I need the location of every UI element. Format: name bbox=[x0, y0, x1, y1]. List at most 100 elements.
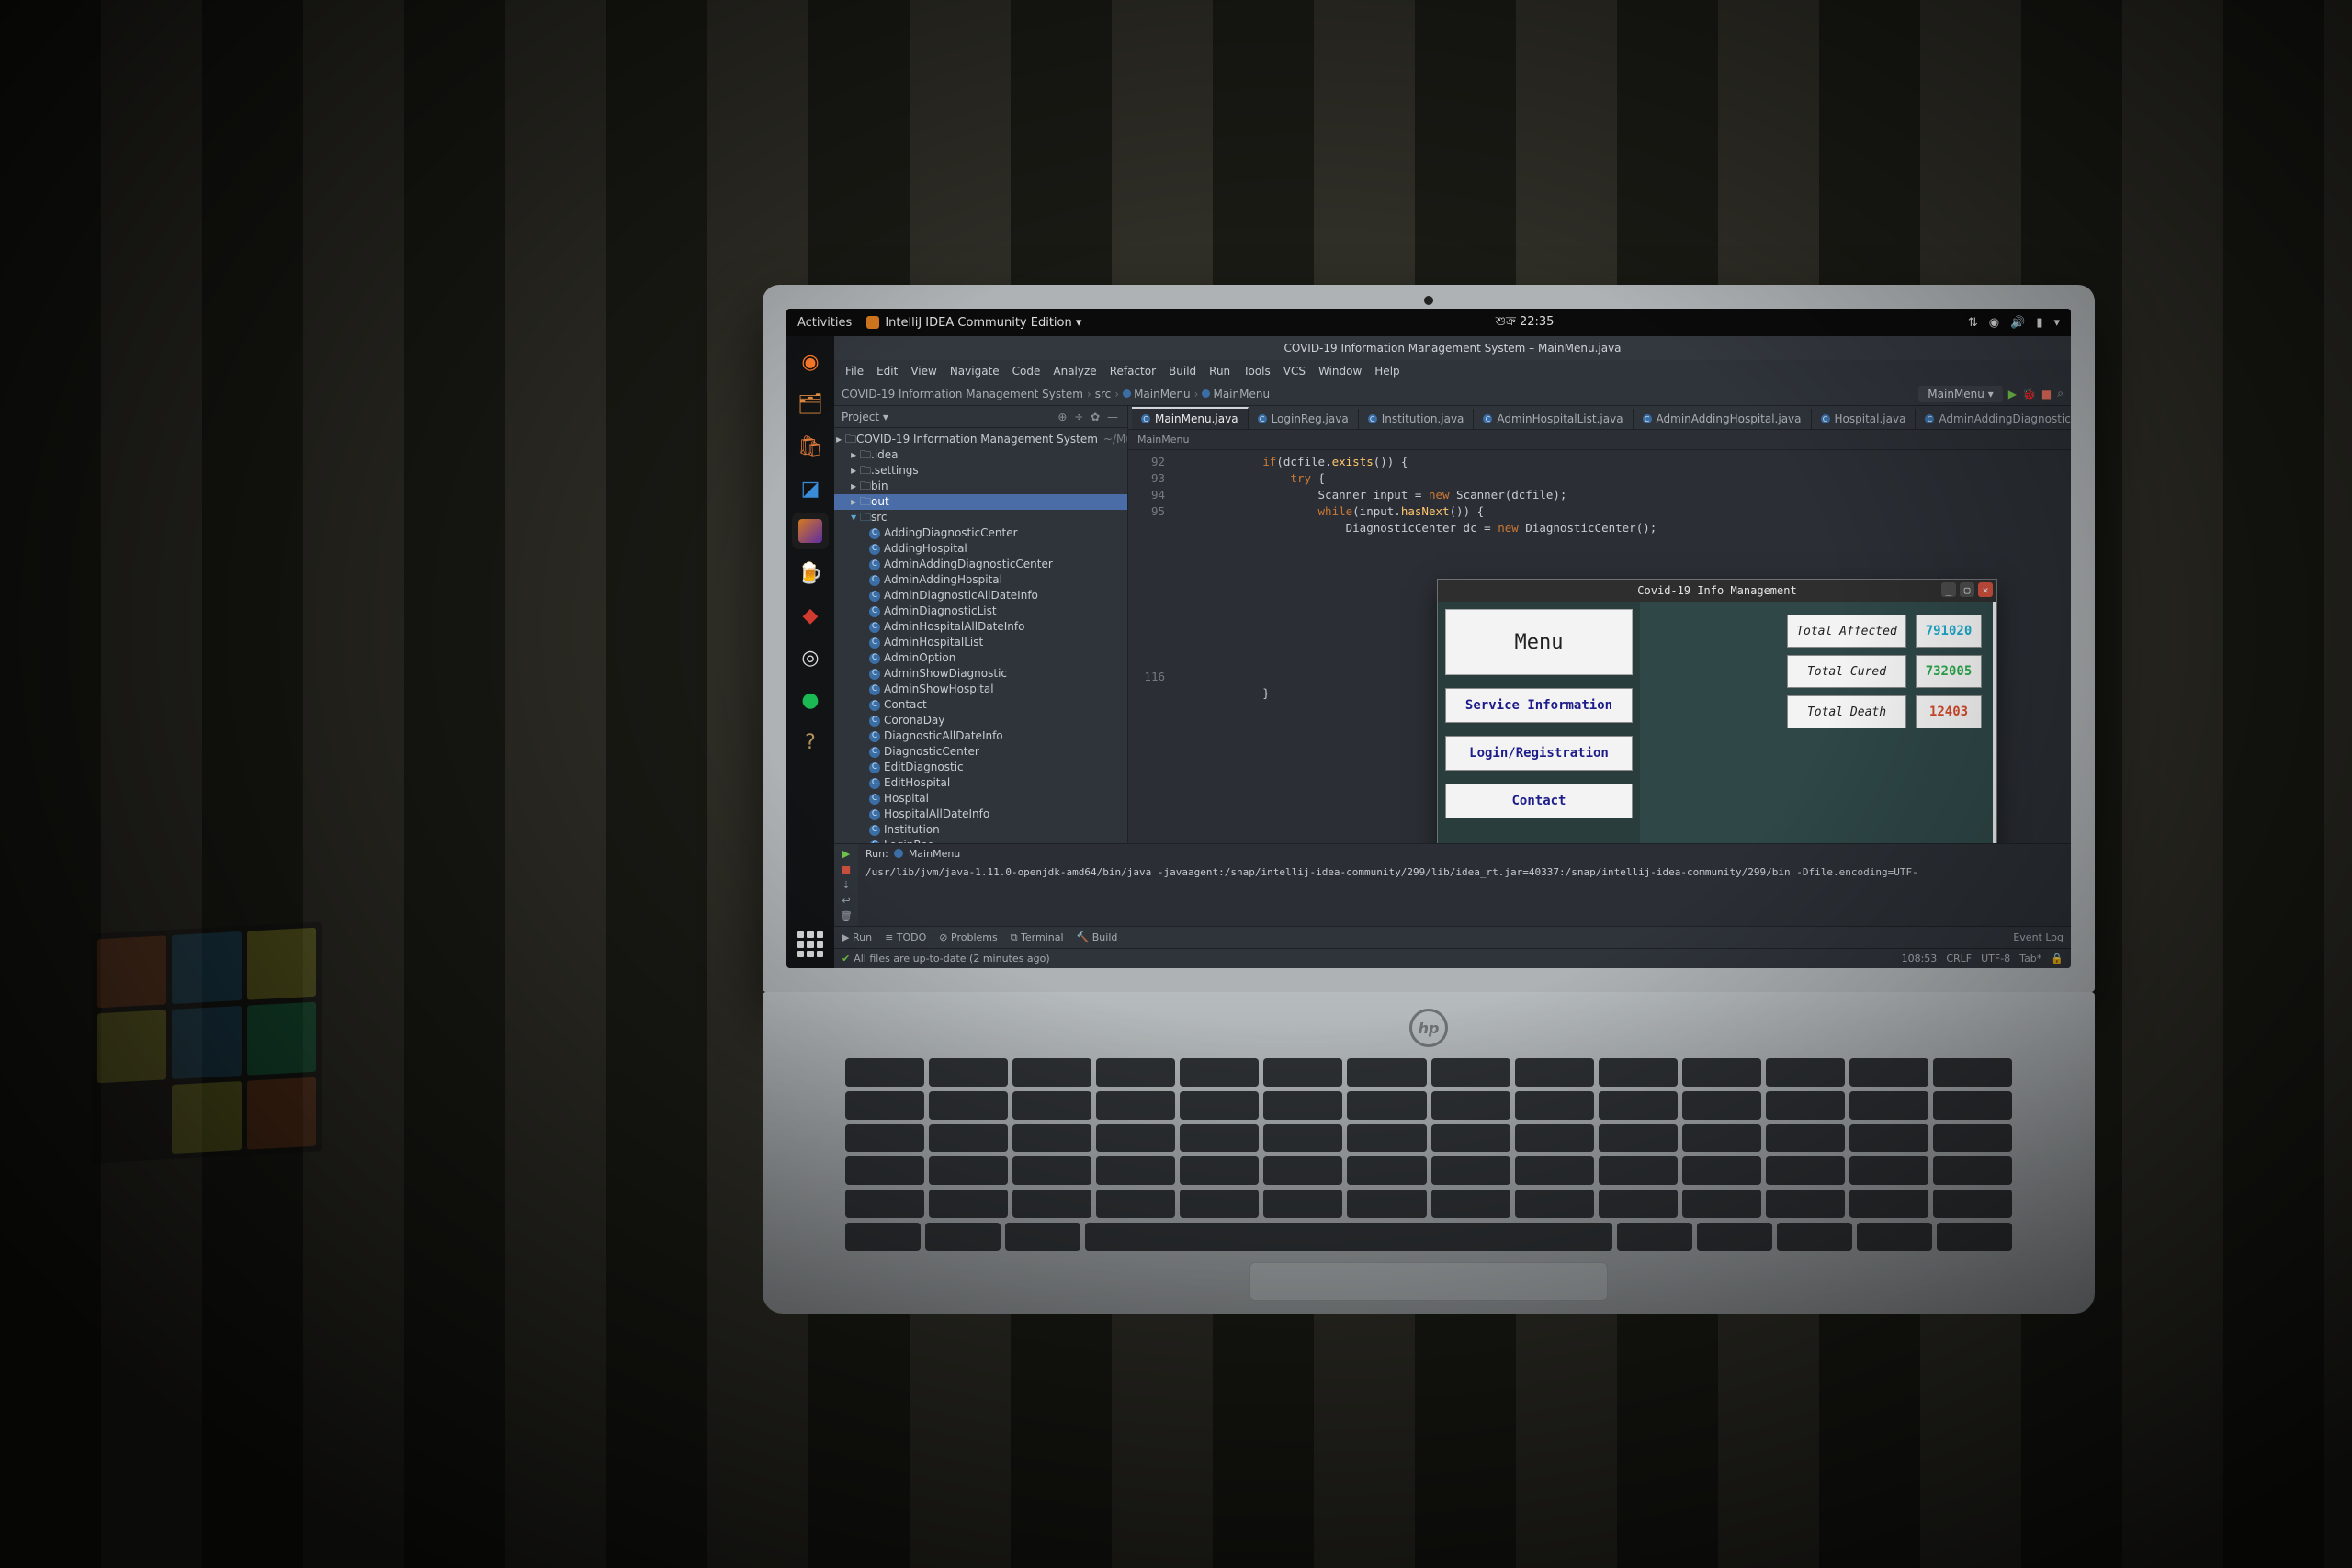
tree-node-adminshowdiagnostic[interactable]: AdminShowDiagnostic bbox=[834, 666, 1127, 682]
menu-run[interactable]: Run bbox=[1204, 365, 1236, 378]
run-config-transparent[interactable]: MainMenu ▾ bbox=[1918, 386, 2002, 402]
menu-analyze[interactable]: Analyze bbox=[1047, 365, 1102, 378]
dock-vscode[interactable]: ◪ bbox=[792, 470, 829, 507]
tree-node-addinghospital[interactable]: AddingHospital bbox=[834, 541, 1127, 557]
project-tree[interactable]: ▸ 🗀COVID-19 Information Management Syste… bbox=[834, 428, 1127, 843]
clock[interactable]: শুক্র 22:35 bbox=[1081, 313, 1968, 333]
tree-node-adminhospitalalldateinfo[interactable]: AdminHospitalAllDateInfo bbox=[834, 619, 1127, 635]
menu-tools[interactable]: Tools bbox=[1238, 365, 1276, 378]
rerun-icon[interactable]: ▶ bbox=[842, 848, 850, 860]
project-panel-label[interactable]: Project ▾ bbox=[842, 411, 888, 423]
tree-node-out[interactable]: ▸ 🗀out bbox=[834, 494, 1127, 510]
menu-vcs[interactable]: VCS bbox=[1278, 365, 1311, 378]
tree-node-adminhospitallist[interactable]: AdminHospitalList bbox=[834, 635, 1127, 650]
tree-node-diagnosticcenter[interactable]: DiagnosticCenter bbox=[834, 744, 1127, 760]
code-editor[interactable]: 92939495 116 if(dcfile.exists()) { try {… bbox=[1128, 450, 2071, 843]
console-output[interactable]: /usr/lib/jvm/java-1.11.0-openjdk-amd64/b… bbox=[858, 863, 2071, 926]
tree-node-addingdiagnosticcenter[interactable]: AddingDiagnosticCenter bbox=[834, 525, 1127, 541]
dock-help[interactable]: ? bbox=[792, 724, 829, 761]
scroll-icon[interactable]: ⇣ bbox=[842, 879, 850, 891]
app-window-titlebar[interactable]: Covid-19 Info Management _ ▢ ✕ bbox=[1438, 580, 1996, 602]
tree-node-contact[interactable]: Contact bbox=[834, 697, 1127, 713]
activities-button[interactable]: Activities bbox=[797, 316, 852, 330]
tree-node-adminaddinghospital[interactable]: AdminAddingHospital bbox=[834, 572, 1127, 588]
debug-icon[interactable]: 🐞 bbox=[2022, 388, 2036, 400]
line-separator[interactable]: CRLF bbox=[1946, 953, 1972, 964]
problems-tool-button[interactable]: ⊘ Problems bbox=[939, 931, 997, 943]
run-icon[interactable]: ▶ bbox=[2008, 388, 2017, 400]
tree-node-editdiagnostic[interactable]: EditDiagnostic bbox=[834, 760, 1127, 775]
search-icon[interactable]: ⌕ bbox=[2057, 387, 2064, 400]
todo-tool-button[interactable]: ≡ TODO bbox=[885, 931, 926, 943]
wifi-icon[interactable]: ◉ bbox=[1989, 316, 1999, 330]
minimize-button[interactable]: _ bbox=[1941, 582, 1956, 597]
build-tool-button[interactable]: 🔨 Build bbox=[1077, 931, 1118, 943]
tree-node-src[interactable]: ▾ 🗀src bbox=[834, 510, 1127, 525]
trash-icon[interactable]: 🗑 bbox=[840, 910, 853, 922]
tree-node-adminoption[interactable]: AdminOption bbox=[834, 650, 1127, 666]
stop-icon[interactable]: ■ bbox=[2041, 388, 2052, 400]
dock-files[interactable]: 🗂 bbox=[792, 386, 829, 423]
contact-button[interactable]: Contact bbox=[1445, 784, 1633, 818]
dock-app-emoji[interactable]: 🍺 bbox=[792, 555, 829, 592]
tree-node-admindiagnosticalldateinfo[interactable]: AdminDiagnosticAllDateInfo bbox=[834, 588, 1127, 604]
project-panel-tools[interactable]: ⊕ ÷ ✿ — bbox=[1057, 411, 1120, 423]
tree-node-hospital[interactable]: Hospital bbox=[834, 791, 1127, 807]
event-log-button[interactable]: Event Log bbox=[2013, 931, 2064, 943]
indent-setting[interactable]: Tab* bbox=[2019, 953, 2041, 964]
tree-node-bin[interactable]: ▸ 🗀bin bbox=[834, 479, 1127, 494]
stop-icon[interactable]: ■ bbox=[842, 863, 851, 875]
run-tool-button[interactable]: ▶ Run bbox=[842, 931, 872, 943]
editor-tab-adminaddinghospital-java[interactable]: CAdminAddingHospital.java bbox=[1634, 409, 1812, 429]
editor-tab-institution-java[interactable]: CInstitution.java bbox=[1359, 409, 1475, 429]
dock-software[interactable]: 🛍 bbox=[792, 428, 829, 465]
caret-position[interactable]: 108:53 bbox=[1902, 953, 1938, 964]
network-icon[interactable]: ⇅ bbox=[1968, 316, 1978, 330]
tree-node-covid-19-information-management-system[interactable]: ▸ 🗀COVID-19 Information Management Syste… bbox=[834, 432, 1127, 447]
tree-node--settings[interactable]: ▸ 🗀.settings bbox=[834, 463, 1127, 479]
dock-intellij[interactable] bbox=[792, 513, 829, 549]
tree-node--idea[interactable]: ▸ 🗀.idea bbox=[834, 447, 1127, 463]
dock-firefox[interactable]: ◉ bbox=[792, 344, 829, 380]
menu-build[interactable]: Build bbox=[1163, 365, 1202, 378]
close-button[interactable]: ✕ bbox=[1978, 582, 1993, 597]
menu-view[interactable]: View bbox=[905, 365, 942, 378]
editor-tab-hospital-java[interactable]: CHospital.java bbox=[1812, 409, 1917, 429]
power-icon[interactable]: ▾ bbox=[2053, 316, 2060, 330]
app-menu[interactable]: IntelliJ IDEA Community Edition ▾ bbox=[866, 316, 1081, 330]
login-registration-button[interactable]: Login/Registration bbox=[1445, 736, 1633, 771]
tree-node-adminaddingdiagnosticcenter[interactable]: AdminAddingDiagnosticCenter bbox=[834, 557, 1127, 572]
menu-help[interactable]: Help bbox=[1369, 365, 1405, 378]
menu-code[interactable]: Code bbox=[1007, 365, 1046, 378]
maximize-button[interactable]: ▢ bbox=[1960, 582, 1974, 597]
editor-tab-mainmenu-java[interactable]: CMainMenu.java bbox=[1132, 407, 1249, 429]
tree-node-edithospital[interactable]: EditHospital bbox=[834, 775, 1127, 791]
tree-node-institution[interactable]: Institution bbox=[834, 822, 1127, 838]
tree-node-adminshowhospital[interactable]: AdminShowHospital bbox=[834, 682, 1127, 697]
tree-node-admindiagnosticlist[interactable]: AdminDiagnosticList bbox=[834, 604, 1127, 619]
volume-icon[interactable]: 🔊 bbox=[2010, 316, 2025, 330]
terminal-tool-button[interactable]: ⧉ Terminal bbox=[1011, 931, 1064, 944]
menu-window[interactable]: Window bbox=[1313, 365, 1367, 378]
wrap-icon[interactable]: ↩ bbox=[842, 895, 850, 907]
menu-edit[interactable]: Edit bbox=[871, 365, 903, 378]
editor-tab-loginreg-java[interactable]: CLoginReg.java bbox=[1249, 409, 1359, 429]
breadcrumb[interactable]: COVID-19 Information Management System›s… bbox=[842, 388, 1270, 400]
tree-node-diagnosticalldateinfo[interactable]: DiagnosticAllDateInfo bbox=[834, 728, 1127, 744]
show-applications-button[interactable] bbox=[797, 931, 823, 957]
editor-tab-adminaddingdiagnosticcenter-java[interactable]: CAdminAddingDiagnosticCenter.java bbox=[1916, 409, 2071, 429]
file-encoding[interactable]: UTF-8 bbox=[1981, 953, 2010, 964]
tree-node-coronaday[interactable]: CoronaDay bbox=[834, 713, 1127, 728]
run-config-name[interactable]: MainMenu bbox=[909, 848, 960, 860]
readonly-lock-icon[interactable]: 🔒 bbox=[2051, 953, 2064, 964]
tree-node-hospitalalldateinfo[interactable]: HospitalAllDateInfo bbox=[834, 807, 1127, 822]
dock-brave[interactable]: ◆ bbox=[792, 597, 829, 634]
menu-navigate[interactable]: Navigate bbox=[944, 365, 1005, 378]
editor-tab-adminhospitallist-java[interactable]: CAdminHospitalList.java bbox=[1474, 409, 1633, 429]
service-information-button[interactable]: Service Information bbox=[1445, 688, 1633, 723]
menu-file[interactable]: File bbox=[840, 365, 869, 378]
menu-refactor[interactable]: Refactor bbox=[1104, 365, 1161, 378]
battery-icon[interactable]: ▮ bbox=[2036, 316, 2042, 330]
dock-obs[interactable]: ◎ bbox=[792, 639, 829, 676]
dock-spotify[interactable]: ● bbox=[792, 682, 829, 718]
